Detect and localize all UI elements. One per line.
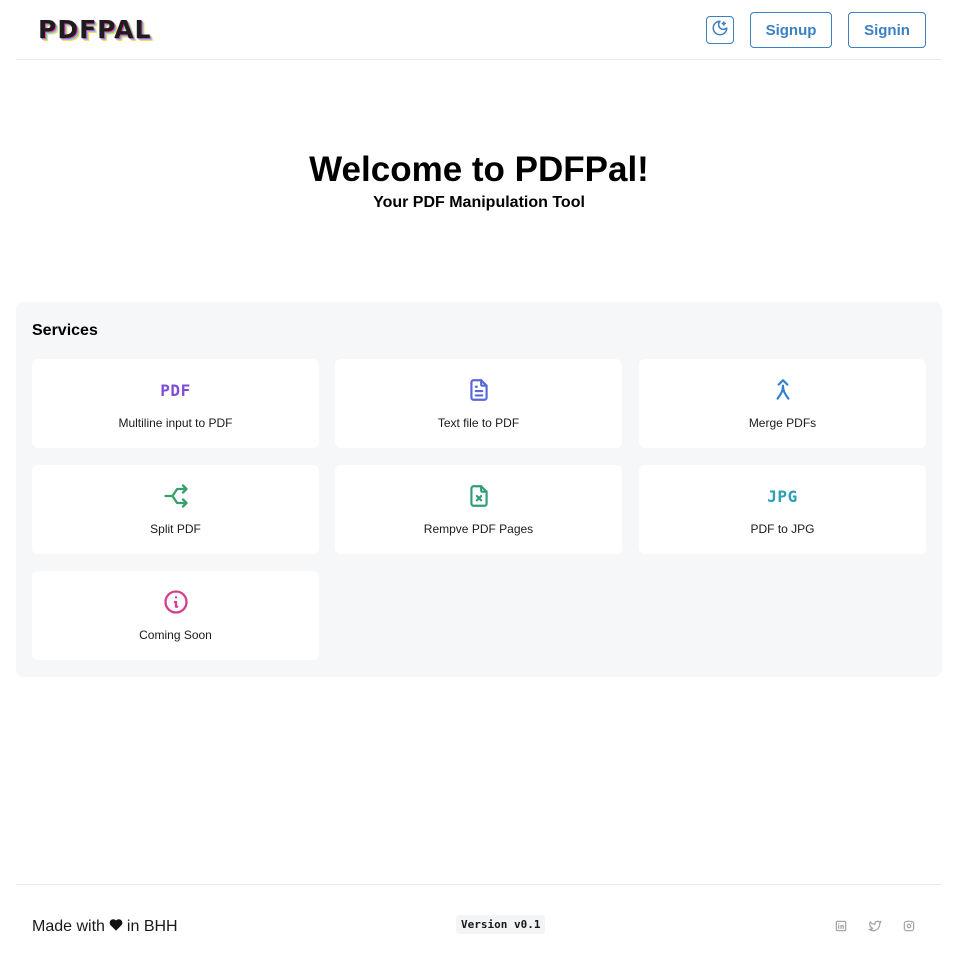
- service-card-coming-soon[interactable]: Coming Soon: [32, 571, 319, 660]
- logo-text: PDFPAL: [38, 14, 152, 44]
- made-suffix: in BHH: [126, 918, 178, 935]
- pdf-text-icon: PDF: [160, 380, 191, 400]
- service-card-label: Split PDF: [150, 522, 201, 536]
- twitter-icon[interactable]: [868, 919, 882, 933]
- service-card-label: Coming Soon: [139, 628, 212, 642]
- file-text-icon: [335, 375, 622, 405]
- service-card-label: PDF to JPG: [750, 522, 815, 536]
- services-heading: Services: [32, 322, 98, 339]
- made-with-text: Made with in BHH: [32, 918, 178, 936]
- service-card-remove-pdf-pages[interactable]: Rempve PDF Pages: [335, 465, 622, 554]
- page-subtitle: Your PDF Manipulation Tool: [373, 194, 585, 211]
- page-title: Welcome to PDFPal!: [309, 150, 649, 189]
- signin-button[interactable]: Signin: [848, 12, 926, 48]
- service-card-pdf-to-jpg[interactable]: JPG PDF to JPG: [639, 465, 926, 554]
- merge-icon: [639, 375, 926, 405]
- made-prefix: Made with: [32, 918, 105, 935]
- services-panel: Services PDF Multiline input to PDF Text…: [16, 302, 942, 677]
- service-card-label: Merge PDFs: [748, 416, 817, 430]
- top-navbar: PDFPAL Signup Signin: [16, 0, 942, 60]
- service-card-multiline-to-pdf[interactable]: PDF Multiline input to PDF: [32, 359, 319, 448]
- service-card-text-file-to-pdf[interactable]: Text file to PDF: [335, 359, 622, 448]
- pdfpal-logo[interactable]: PDFPAL: [38, 14, 151, 44]
- split-icon: [32, 481, 319, 511]
- service-card-label: Text file to PDF: [437, 416, 520, 430]
- service-card-label: Multiline input to PDF: [118, 416, 233, 430]
- linkedin-icon[interactable]: [834, 919, 848, 933]
- heart-icon: [109, 918, 123, 936]
- moon-icon: [711, 19, 729, 42]
- theme-toggle-button[interactable]: [706, 16, 734, 44]
- version-badge: Version v0.1: [456, 915, 546, 934]
- instagram-icon[interactable]: [902, 919, 916, 933]
- service-card-label: Rempve PDF Pages: [423, 522, 534, 536]
- service-card-split-pdf[interactable]: Split PDF: [32, 465, 319, 554]
- signup-button[interactable]: Signup: [750, 12, 832, 48]
- service-card-merge-pdfs[interactable]: Merge PDFs: [639, 359, 926, 448]
- footer: Made with in BHH Version v0.1: [16, 884, 942, 967]
- jpg-text-icon: JPG: [767, 486, 798, 506]
- info-circle-icon: [32, 587, 319, 617]
- file-x-icon: [335, 481, 622, 511]
